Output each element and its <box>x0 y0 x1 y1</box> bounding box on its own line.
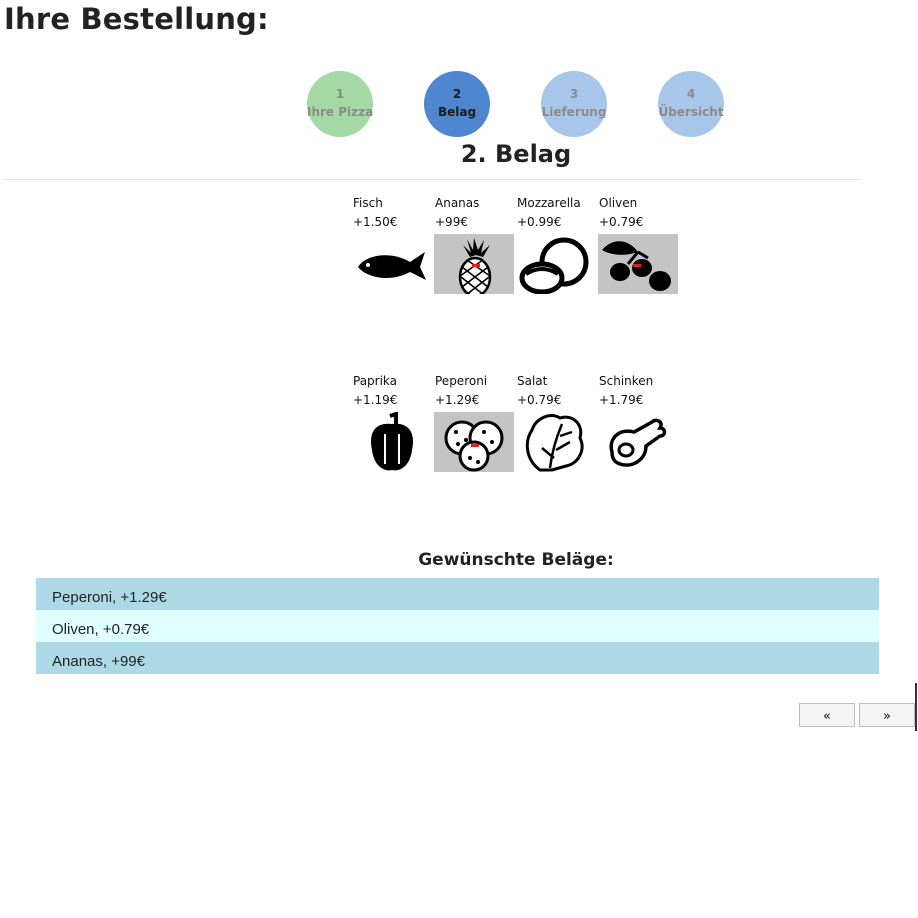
list-item[interactable]: Oliven, +0.79€ <box>36 610 879 642</box>
step-label: Übersicht <box>658 105 724 119</box>
topping-name: Salat <box>517 374 548 388</box>
topping-price: +1.79€ <box>599 393 644 407</box>
list-item[interactable]: Peperoni, +1.29€ <box>36 578 879 610</box>
topping-name: Fisch <box>353 196 383 210</box>
pineapple-icon <box>434 234 514 294</box>
step-label: Belag <box>437 105 477 119</box>
pepper-icon <box>370 412 414 471</box>
step-indicator: 1 Ihre Pizza 2 Belag 3 Lieferung 4 Übers… <box>0 71 918 137</box>
topping-oliven[interactable]: Oliven +0.79€ <box>598 194 680 300</box>
topping-schinken[interactable]: Schinken +1.79€ <box>598 372 680 478</box>
topping-price: +1.29€ <box>435 393 480 407</box>
step-label: Lieferung <box>541 105 607 119</box>
topping-mozzarella[interactable]: Mozzarella +0.99€ <box>516 194 598 300</box>
topping-paprika[interactable]: Paprika +1.19€ <box>352 372 434 478</box>
topping-ananas[interactable]: Ananas +99€ <box>434 194 516 300</box>
topping-price: +1.50€ <box>353 215 398 229</box>
topping-price: +0.79€ <box>517 393 562 407</box>
previous-button[interactable]: « <box>799 703 855 727</box>
pepperoni-icon <box>434 412 514 472</box>
section-title: 2. Belag <box>460 140 572 168</box>
topping-price: +0.79€ <box>599 215 644 229</box>
topping-price: +0.99€ <box>517 215 562 229</box>
step-label: Ihre Pizza <box>307 105 374 119</box>
topping-name: Paprika <box>353 374 398 388</box>
topping-price: +1.19€ <box>353 393 398 407</box>
scrollbar[interactable] <box>915 683 917 731</box>
lettuce-icon <box>525 414 584 472</box>
divider <box>4 179 860 180</box>
topping-fisch[interactable]: Fisch +1.50€ <box>352 194 434 300</box>
step-2-belag[interactable]: 2 Belag <box>424 71 490 137</box>
list-item[interactable]: Ananas, +99€ <box>36 642 879 674</box>
step-1-ihre-pizza[interactable]: 1 Ihre Pizza <box>307 71 373 137</box>
topping-price: +99€ <box>435 215 468 229</box>
topping-name: Oliven <box>599 196 638 210</box>
topping-name: Mozzarella <box>517 196 581 210</box>
topping-name: Peperoni <box>435 374 488 388</box>
ham-icon <box>609 418 667 467</box>
step-number: 2 <box>452 87 462 101</box>
step-number: 4 <box>686 87 696 101</box>
selected-toppings-list: Peperoni, +1.29€ Oliven, +0.79€ Ananas, … <box>36 578 879 674</box>
step-number: 3 <box>569 87 579 101</box>
olives-icon <box>598 234 678 294</box>
step-number: 1 <box>335 87 345 101</box>
page-title: Ihre Bestellung: <box>4 2 269 36</box>
topping-name: Schinken <box>599 374 654 388</box>
mozzarella-icon <box>519 237 589 294</box>
selected-toppings-title: Gewünschte Beläge: <box>418 550 614 570</box>
topping-name: Ananas <box>435 196 480 210</box>
step-3-lieferung[interactable]: 3 Lieferung <box>541 71 607 137</box>
topping-peperoni[interactable]: Peperoni +1.29€ <box>434 372 516 478</box>
step-4-uebersicht[interactable]: 4 Übersicht <box>658 71 724 137</box>
topping-salat[interactable]: Salat +0.79€ <box>516 372 598 478</box>
fish-icon <box>358 252 426 280</box>
next-button[interactable]: » <box>859 703 915 727</box>
